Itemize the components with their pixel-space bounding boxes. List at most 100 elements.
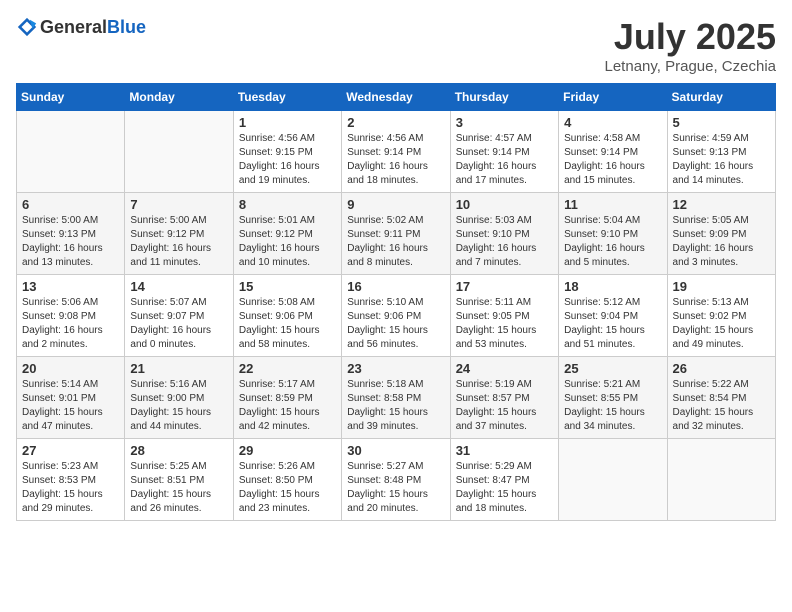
weekday-saturday: Saturday <box>667 84 775 111</box>
weekday-tuesday: Tuesday <box>233 84 341 111</box>
day-info: Sunrise: 5:27 AM Sunset: 8:48 PM Dayligh… <box>347 460 444 516</box>
day-number: 21 <box>130 361 227 376</box>
day-number: 7 <box>130 197 227 212</box>
day-info: Sunrise: 5:26 AM Sunset: 8:50 PM Dayligh… <box>239 460 336 516</box>
day-number: 30 <box>347 443 444 458</box>
day-number: 27 <box>22 443 119 458</box>
title-area: July 2025 Letnany, Prague, Czechia <box>605 16 777 75</box>
day-info: Sunrise: 5:14 AM Sunset: 9:01 PM Dayligh… <box>22 378 119 434</box>
day-number: 15 <box>239 279 336 294</box>
day-info: Sunrise: 5:10 AM Sunset: 9:06 PM Dayligh… <box>347 296 444 352</box>
calendar-cell: 23Sunrise: 5:18 AM Sunset: 8:58 PM Dayli… <box>342 357 450 439</box>
day-info: Sunrise: 5:13 AM Sunset: 9:02 PM Dayligh… <box>673 296 770 352</box>
day-number: 23 <box>347 361 444 376</box>
calendar-cell: 30 Sunrise: 5:27 AM Sunset: 8:48 PM Dayli… <box>342 439 450 521</box>
day-info: Sunrise: 5:29 AM Sunset: 8:47 PM Dayligh… <box>456 460 553 516</box>
day-number: 1 <box>239 115 336 130</box>
day-number: 16 <box>347 279 444 294</box>
calendar-cell: 27 Sunrise: 5:23 AM Sunset: 8:53 PM Dayli… <box>17 439 125 521</box>
day-number: 10 <box>456 197 553 212</box>
day-number: 11 <box>564 197 661 212</box>
day-info: Sunrise: 5:03 AM Sunset: 9:10 PM Dayligh… <box>456 214 553 270</box>
day-info: Sunrise: 4:57 AM Sunset: 9:14 PM Dayligh… <box>456 132 553 188</box>
calendar-cell: 9 Sunrise: 5:02 AM Sunset: 9:11 PM Daylig… <box>342 193 450 275</box>
calendar-cell: 3Sunrise: 4:57 AM Sunset: 9:14 PM Daylig… <box>450 111 558 193</box>
header: GeneralBlue July 2025 Letnany, Prague, C… <box>16 16 776 75</box>
week-row-3: 13Sunrise: 5:06 AM Sunset: 9:08 PM Dayli… <box>17 275 776 357</box>
week-row-2: 6 Sunrise: 5:00 AM Sunset: 9:13 PM Daylig… <box>17 193 776 275</box>
calendar-cell: 17Sunrise: 5:11 AM Sunset: 9:05 PM Dayli… <box>450 275 558 357</box>
calendar-cell: 16 Sunrise: 5:10 AM Sunset: 9:06 PM Dayli… <box>342 275 450 357</box>
day-number: 12 <box>673 197 770 212</box>
calendar-cell: 20 Sunrise: 5:14 AM Sunset: 9:01 PM Dayli… <box>17 357 125 439</box>
calendar-cell: 18Sunrise: 5:12 AM Sunset: 9:04 PM Dayli… <box>559 275 667 357</box>
day-info: Sunrise: 5:19 AM Sunset: 8:57 PM Dayligh… <box>456 378 553 434</box>
day-number: 9 <box>347 197 444 212</box>
calendar-cell: 15 Sunrise: 5:08 AM Sunset: 9:06 PM Dayli… <box>233 275 341 357</box>
day-number: 19 <box>673 279 770 294</box>
calendar-cell <box>667 439 775 521</box>
day-number: 29 <box>239 443 336 458</box>
day-info: Sunrise: 5:05 AM Sunset: 9:09 PM Dayligh… <box>673 214 770 270</box>
day-number: 20 <box>22 361 119 376</box>
week-row-4: 20 Sunrise: 5:14 AM Sunset: 9:01 PM Dayli… <box>17 357 776 439</box>
calendar-cell: 2 Sunrise: 4:56 AM Sunset: 9:14 PM Daylig… <box>342 111 450 193</box>
calendar-cell: 6 Sunrise: 5:00 AM Sunset: 9:13 PM Daylig… <box>17 193 125 275</box>
calendar-cell: 7Sunrise: 5:00 AM Sunset: 9:12 PM Daylig… <box>125 193 233 275</box>
day-info: Sunrise: 5:23 AM Sunset: 8:53 PM Dayligh… <box>22 460 119 516</box>
weekday-header-row: SundayMondayTuesdayWednesdayThursdayFrid… <box>17 84 776 111</box>
calendar-cell: 14Sunrise: 5:07 AM Sunset: 9:07 PM Dayli… <box>125 275 233 357</box>
day-info: Sunrise: 5:08 AM Sunset: 9:06 PM Dayligh… <box>239 296 336 352</box>
calendar-cell: 31Sunrise: 5:29 AM Sunset: 8:47 PM Dayli… <box>450 439 558 521</box>
calendar-cell: 25 Sunrise: 5:21 AM Sunset: 8:55 PM Dayli… <box>559 357 667 439</box>
day-number: 25 <box>564 361 661 376</box>
calendar-cell: 5Sunrise: 4:59 AM Sunset: 9:13 PM Daylig… <box>667 111 775 193</box>
calendar-cell: 11 Sunrise: 5:04 AM Sunset: 9:10 PM Dayli… <box>559 193 667 275</box>
weekday-wednesday: Wednesday <box>342 84 450 111</box>
calendar-cell <box>17 111 125 193</box>
calendar-cell <box>125 111 233 193</box>
calendar-cell <box>559 439 667 521</box>
day-info: Sunrise: 5:22 AM Sunset: 8:54 PM Dayligh… <box>673 378 770 434</box>
logo-icon <box>16 16 38 38</box>
day-info: Sunrise: 4:56 AM Sunset: 9:15 PM Dayligh… <box>239 132 336 188</box>
day-info: Sunrise: 4:58 AM Sunset: 9:14 PM Dayligh… <box>564 132 661 188</box>
calendar-cell: 12 Sunrise: 5:05 AM Sunset: 9:09 PM Dayli… <box>667 193 775 275</box>
day-info: Sunrise: 5:00 AM Sunset: 9:13 PM Dayligh… <box>22 214 119 270</box>
calendar-cell: 19 Sunrise: 5:13 AM Sunset: 9:02 PM Dayli… <box>667 275 775 357</box>
calendar-cell: 28 Sunrise: 5:25 AM Sunset: 8:51 PM Dayli… <box>125 439 233 521</box>
calendar: SundayMondayTuesdayWednesdayThursdayFrid… <box>16 83 776 521</box>
day-number: 6 <box>22 197 119 212</box>
logo: GeneralBlue <box>16 16 146 38</box>
day-number: 4 <box>564 115 661 130</box>
day-info: Sunrise: 5:25 AM Sunset: 8:51 PM Dayligh… <box>130 460 227 516</box>
day-number: 2 <box>347 115 444 130</box>
week-row-1: 1 Sunrise: 4:56 AM Sunset: 9:15 PM Daylig… <box>17 111 776 193</box>
day-info: Sunrise: 5:21 AM Sunset: 8:55 PM Dayligh… <box>564 378 661 434</box>
day-info: Sunrise: 5:17 AM Sunset: 8:59 PM Dayligh… <box>239 378 336 434</box>
calendar-cell: 10 Sunrise: 5:03 AM Sunset: 9:10 PM Dayli… <box>450 193 558 275</box>
day-info: Sunrise: 5:12 AM Sunset: 9:04 PM Dayligh… <box>564 296 661 352</box>
month-title: July 2025 <box>605 16 777 58</box>
day-info: Sunrise: 4:56 AM Sunset: 9:14 PM Dayligh… <box>347 132 444 188</box>
day-info: Sunrise: 5:16 AM Sunset: 9:00 PM Dayligh… <box>130 378 227 434</box>
week-row-5: 27 Sunrise: 5:23 AM Sunset: 8:53 PM Dayli… <box>17 439 776 521</box>
day-info: Sunrise: 5:02 AM Sunset: 9:11 PM Dayligh… <box>347 214 444 270</box>
logo-general: General <box>40 17 107 37</box>
day-info: Sunrise: 5:07 AM Sunset: 9:07 PM Dayligh… <box>130 296 227 352</box>
logo-blue: Blue <box>107 17 146 37</box>
day-info: Sunrise: 5:04 AM Sunset: 9:10 PM Dayligh… <box>564 214 661 270</box>
day-number: 28 <box>130 443 227 458</box>
day-number: 8 <box>239 197 336 212</box>
location-title: Letnany, Prague, Czechia <box>605 58 777 75</box>
day-number: 24 <box>456 361 553 376</box>
calendar-cell: 1 Sunrise: 4:56 AM Sunset: 9:15 PM Daylig… <box>233 111 341 193</box>
calendar-cell: 4 Sunrise: 4:58 AM Sunset: 9:14 PM Daylig… <box>559 111 667 193</box>
calendar-cell: 24 Sunrise: 5:19 AM Sunset: 8:57 PM Dayli… <box>450 357 558 439</box>
calendar-cell: 21 Sunrise: 5:16 AM Sunset: 9:00 PM Dayli… <box>125 357 233 439</box>
weekday-sunday: Sunday <box>17 84 125 111</box>
weekday-friday: Friday <box>559 84 667 111</box>
calendar-cell: 13Sunrise: 5:06 AM Sunset: 9:08 PM Dayli… <box>17 275 125 357</box>
weekday-thursday: Thursday <box>450 84 558 111</box>
day-number: 13 <box>22 279 119 294</box>
